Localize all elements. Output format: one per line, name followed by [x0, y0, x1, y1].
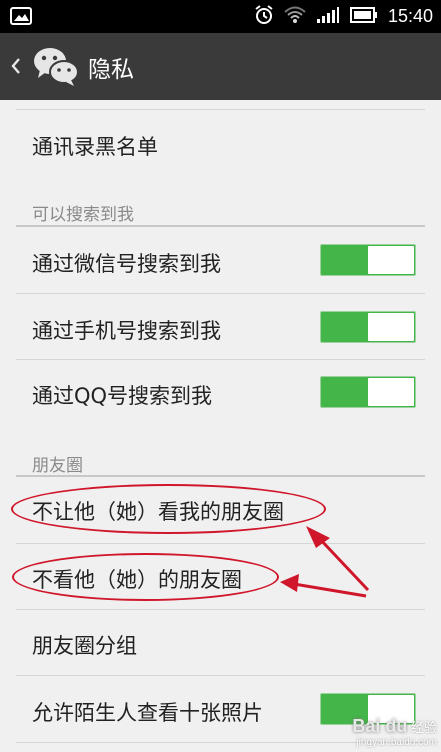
- watermark-text: 经验: [410, 720, 437, 735]
- annotation-arrows: [280, 526, 370, 598]
- watermark-url: jingyan.baidu.com: [356, 737, 437, 748]
- baidu-watermark: Bai du 经验 jingyan.baidu.com: [352, 716, 437, 748]
- watermark-brand: Bai du: [352, 716, 408, 736]
